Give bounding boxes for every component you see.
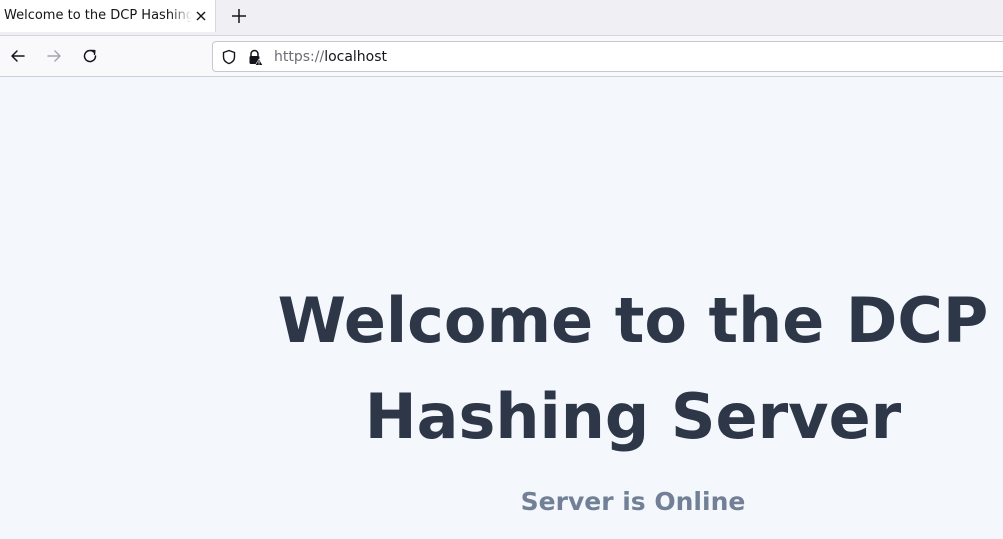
url-scheme: https://	[274, 49, 325, 65]
close-icon[interactable]	[194, 8, 208, 22]
browser-tab[interactable]: Welcome to the DCP Hashing Server	[0, 0, 216, 32]
navigation-toolbar: https://localhost	[0, 36, 1003, 77]
page-title-line-2: Hashing Server	[364, 380, 902, 453]
page-title-line-1: Welcome to the DCP	[277, 284, 989, 357]
tab-title: Welcome to the DCP Hashing Server	[4, 8, 192, 23]
url-host: localhost	[324, 49, 388, 65]
address-bar[interactable]: https://localhost	[212, 41, 1003, 72]
plus-icon[interactable]	[229, 6, 249, 26]
tab-bar: Welcome to the DCP Hashing Server	[0, 0, 1003, 36]
arrow-left-icon[interactable]	[9, 47, 27, 65]
page-content: Welcome to the DCP Hashing Server Server…	[0, 77, 1003, 539]
shield-icon[interactable]	[221, 49, 237, 65]
arrow-right-icon[interactable]	[45, 47, 63, 65]
lock-warning-icon[interactable]	[247, 49, 264, 66]
url-text: https://localhost	[274, 49, 387, 65]
reload-icon[interactable]	[81, 47, 99, 65]
server-status-text: Server is Online	[520, 487, 746, 516]
page-title: Welcome to the DCP Hashing Server	[258, 273, 1003, 465]
